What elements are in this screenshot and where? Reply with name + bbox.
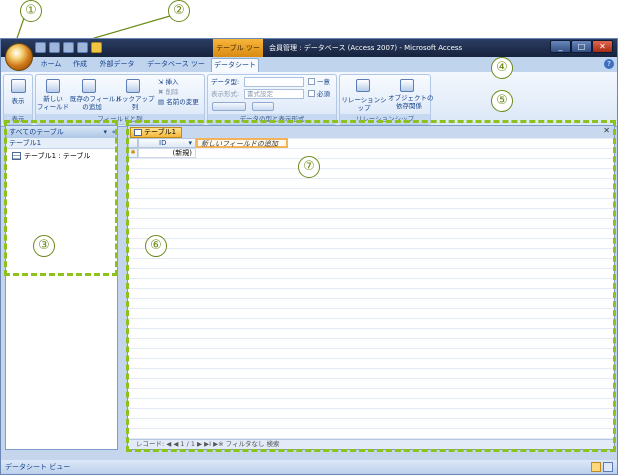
window-title: 会員管理 : データベース (Access 2007) - Microsoft … (269, 44, 463, 52)
required-label: 必須 (317, 90, 330, 98)
close-button[interactable]: ✕ (592, 40, 613, 53)
unique-checkbox[interactable] (308, 78, 315, 85)
rename-icon: ▤ (158, 98, 167, 106)
rename-label: 名前の変更 (166, 98, 199, 106)
format-label: 表示形式: (211, 90, 240, 98)
group-data-type: データ型: 一意 表示形式: 書式設定 必須 データの型と表示形式 (207, 74, 337, 125)
ribbon: 表示 表示 新しい フィールド 既存のフィールド の追加 ルックアップ列 ⇲ 挿… (1, 72, 617, 127)
add-existing-field-button[interactable]: 既存のフィールド の追加 (70, 95, 122, 111)
status-bar: データシート ビュー (1, 460, 617, 474)
quick-access-toolbar (35, 42, 102, 55)
lookup-column-button[interactable]: ルックアップ列 (114, 95, 156, 111)
table-tools-context-label: テーブル ツール (213, 39, 263, 70)
relationship-icon (356, 79, 370, 92)
view-icon (11, 79, 26, 93)
delete-button[interactable]: ✖ 削除 (158, 88, 179, 96)
new-icon[interactable] (77, 42, 88, 53)
open-folder-icon[interactable] (91, 42, 102, 53)
object-dependencies-button[interactable]: オブジェクトの 依存関係 (388, 94, 434, 110)
delete-label: 削除 (165, 88, 179, 96)
number-format-icon[interactable] (212, 102, 246, 111)
unique-label: 一意 (317, 78, 330, 86)
callout-box-nav-pane (4, 120, 118, 276)
minimize-button[interactable]: _ (550, 40, 571, 53)
insert-icon: ⇲ (158, 78, 166, 86)
ribbon-tab-row: ホーム 作成 外部データ データベース ツール データシート ? (1, 57, 617, 81)
callout-5: ⑤ (491, 90, 513, 112)
redo-icon[interactable] (63, 42, 74, 53)
new-field-button[interactable]: 新しい フィールド (36, 95, 70, 111)
callout-area: ① ② (0, 0, 618, 49)
format-select[interactable]: 書式設定 (244, 89, 304, 99)
insert-label: 挿入 (165, 78, 179, 86)
tab-database-tools[interactable]: データベース ツール (145, 58, 207, 81)
callout-box-document (126, 120, 616, 452)
tab-home[interactable]: ホーム (37, 58, 65, 72)
title-bar: テーブル ツール 会員管理 : データベース (Access 2007) - M… (1, 39, 617, 70)
tab-datasheet[interactable]: データシート (211, 58, 259, 72)
insert-button[interactable]: ⇲ 挿入 (158, 78, 179, 86)
group-fields-columns: 新しい フィールド 既存のフィールド の追加 ルックアップ列 ⇲ 挿入 ✖ 削除… (35, 74, 205, 125)
view-button[interactable]: 表示 (4, 97, 32, 105)
group-view: 表示 表示 (3, 74, 33, 125)
design-view-icon[interactable] (603, 462, 613, 472)
decimal-places-icon[interactable] (252, 102, 274, 111)
save-icon[interactable] (35, 42, 46, 53)
lookup-column-icon (126, 79, 140, 93)
help-icon[interactable]: ? (604, 59, 614, 69)
group-relationships: リレーションシップ オブジェクトの 依存関係 リレーションシップ (339, 74, 434, 125)
existing-field-icon (82, 79, 96, 93)
datasheet-view-icon[interactable] (591, 462, 601, 472)
delete-icon: ✖ (158, 88, 166, 96)
office-button[interactable] (5, 43, 33, 71)
maximize-button[interactable]: □ (571, 40, 592, 53)
data-type-label: データ型: (211, 78, 240, 86)
callout-6: ⑥ (145, 235, 167, 257)
tab-create[interactable]: 作成 (67, 58, 93, 72)
required-checkbox[interactable] (308, 90, 315, 97)
callout-3: ③ (33, 235, 55, 257)
relationship-button[interactable]: リレーションシップ (340, 96, 388, 112)
callout-7: ⑦ (298, 156, 320, 178)
status-text: データシート ビュー (5, 463, 71, 471)
callout-4: ④ (491, 57, 513, 79)
data-type-select[interactable] (244, 77, 304, 87)
rename-button[interactable]: ▤ 名前の変更 (158, 98, 199, 106)
tab-external-data[interactable]: 外部データ (95, 58, 139, 72)
undo-icon[interactable] (49, 42, 60, 53)
object-dependencies-icon (400, 79, 414, 92)
new-field-icon (46, 79, 60, 93)
